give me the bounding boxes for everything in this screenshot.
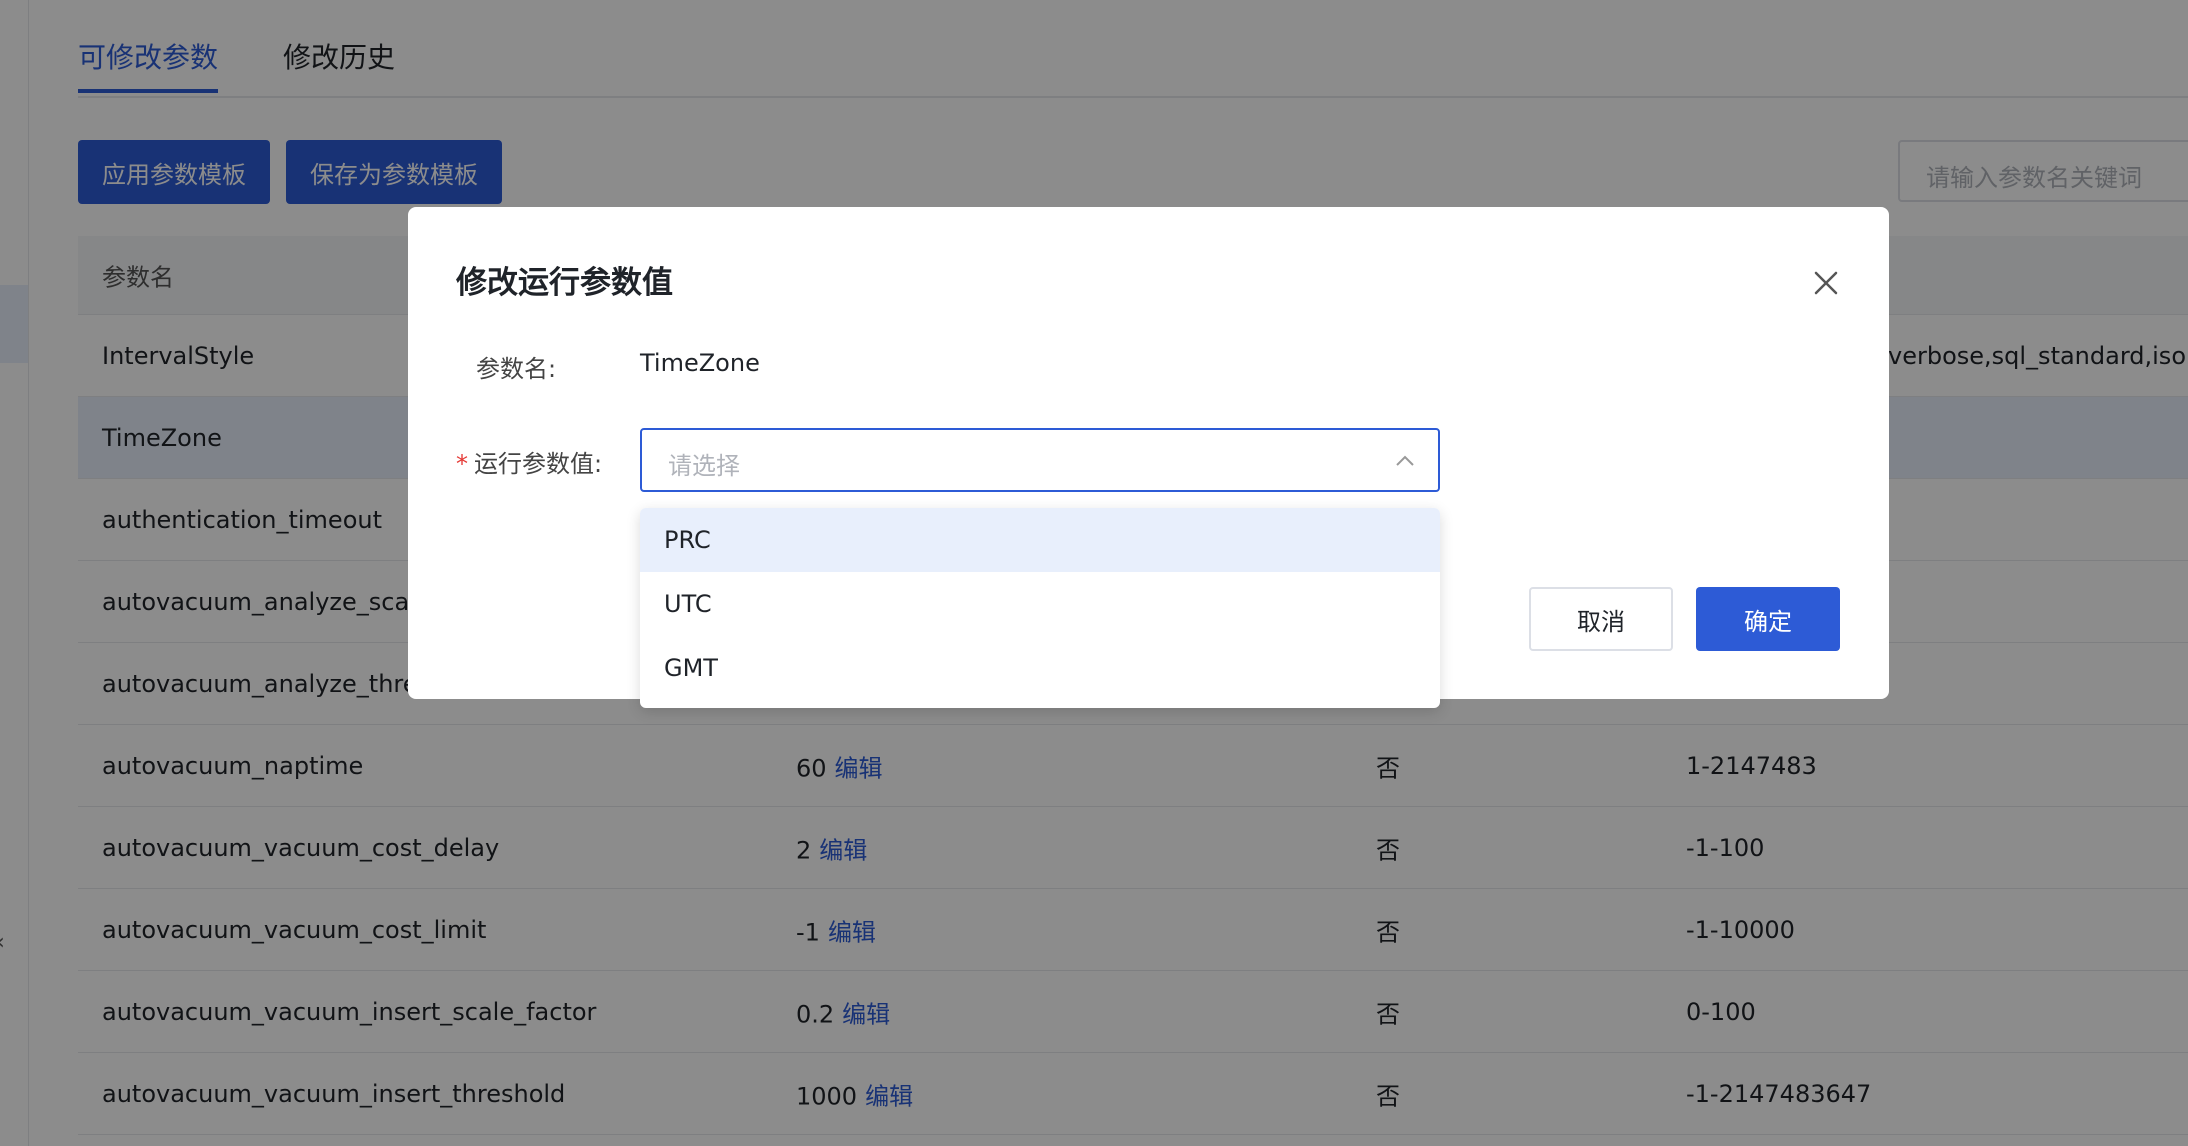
run-value-label-text: 运行参数值: bbox=[474, 450, 603, 478]
param-name-label: 参数名: bbox=[476, 355, 557, 383]
close-icon[interactable] bbox=[1806, 263, 1846, 303]
select-dropdown: PRC UTC GMT bbox=[640, 508, 1440, 708]
option-label: UTC bbox=[664, 590, 712, 618]
run-value-label: * 运行参数值: bbox=[456, 444, 602, 479]
chevron-up-icon bbox=[1396, 455, 1414, 466]
modal-title: 修改运行参数值 bbox=[456, 265, 673, 301]
param-name-value: TimeZone bbox=[640, 349, 760, 377]
confirm-button[interactable]: 确定 bbox=[1696, 587, 1840, 651]
select-placeholder: 请选择 bbox=[668, 452, 740, 480]
option-prc[interactable]: PRC bbox=[640, 508, 1440, 572]
option-label: GMT bbox=[664, 654, 718, 682]
run-value-select[interactable]: 请选择 bbox=[640, 428, 1440, 492]
option-gmt[interactable]: GMT bbox=[640, 636, 1440, 700]
required-mark: * bbox=[456, 450, 468, 478]
option-label: PRC bbox=[664, 526, 711, 554]
option-utc[interactable]: UTC bbox=[640, 572, 1440, 636]
cancel-button[interactable]: 取消 bbox=[1529, 587, 1673, 651]
